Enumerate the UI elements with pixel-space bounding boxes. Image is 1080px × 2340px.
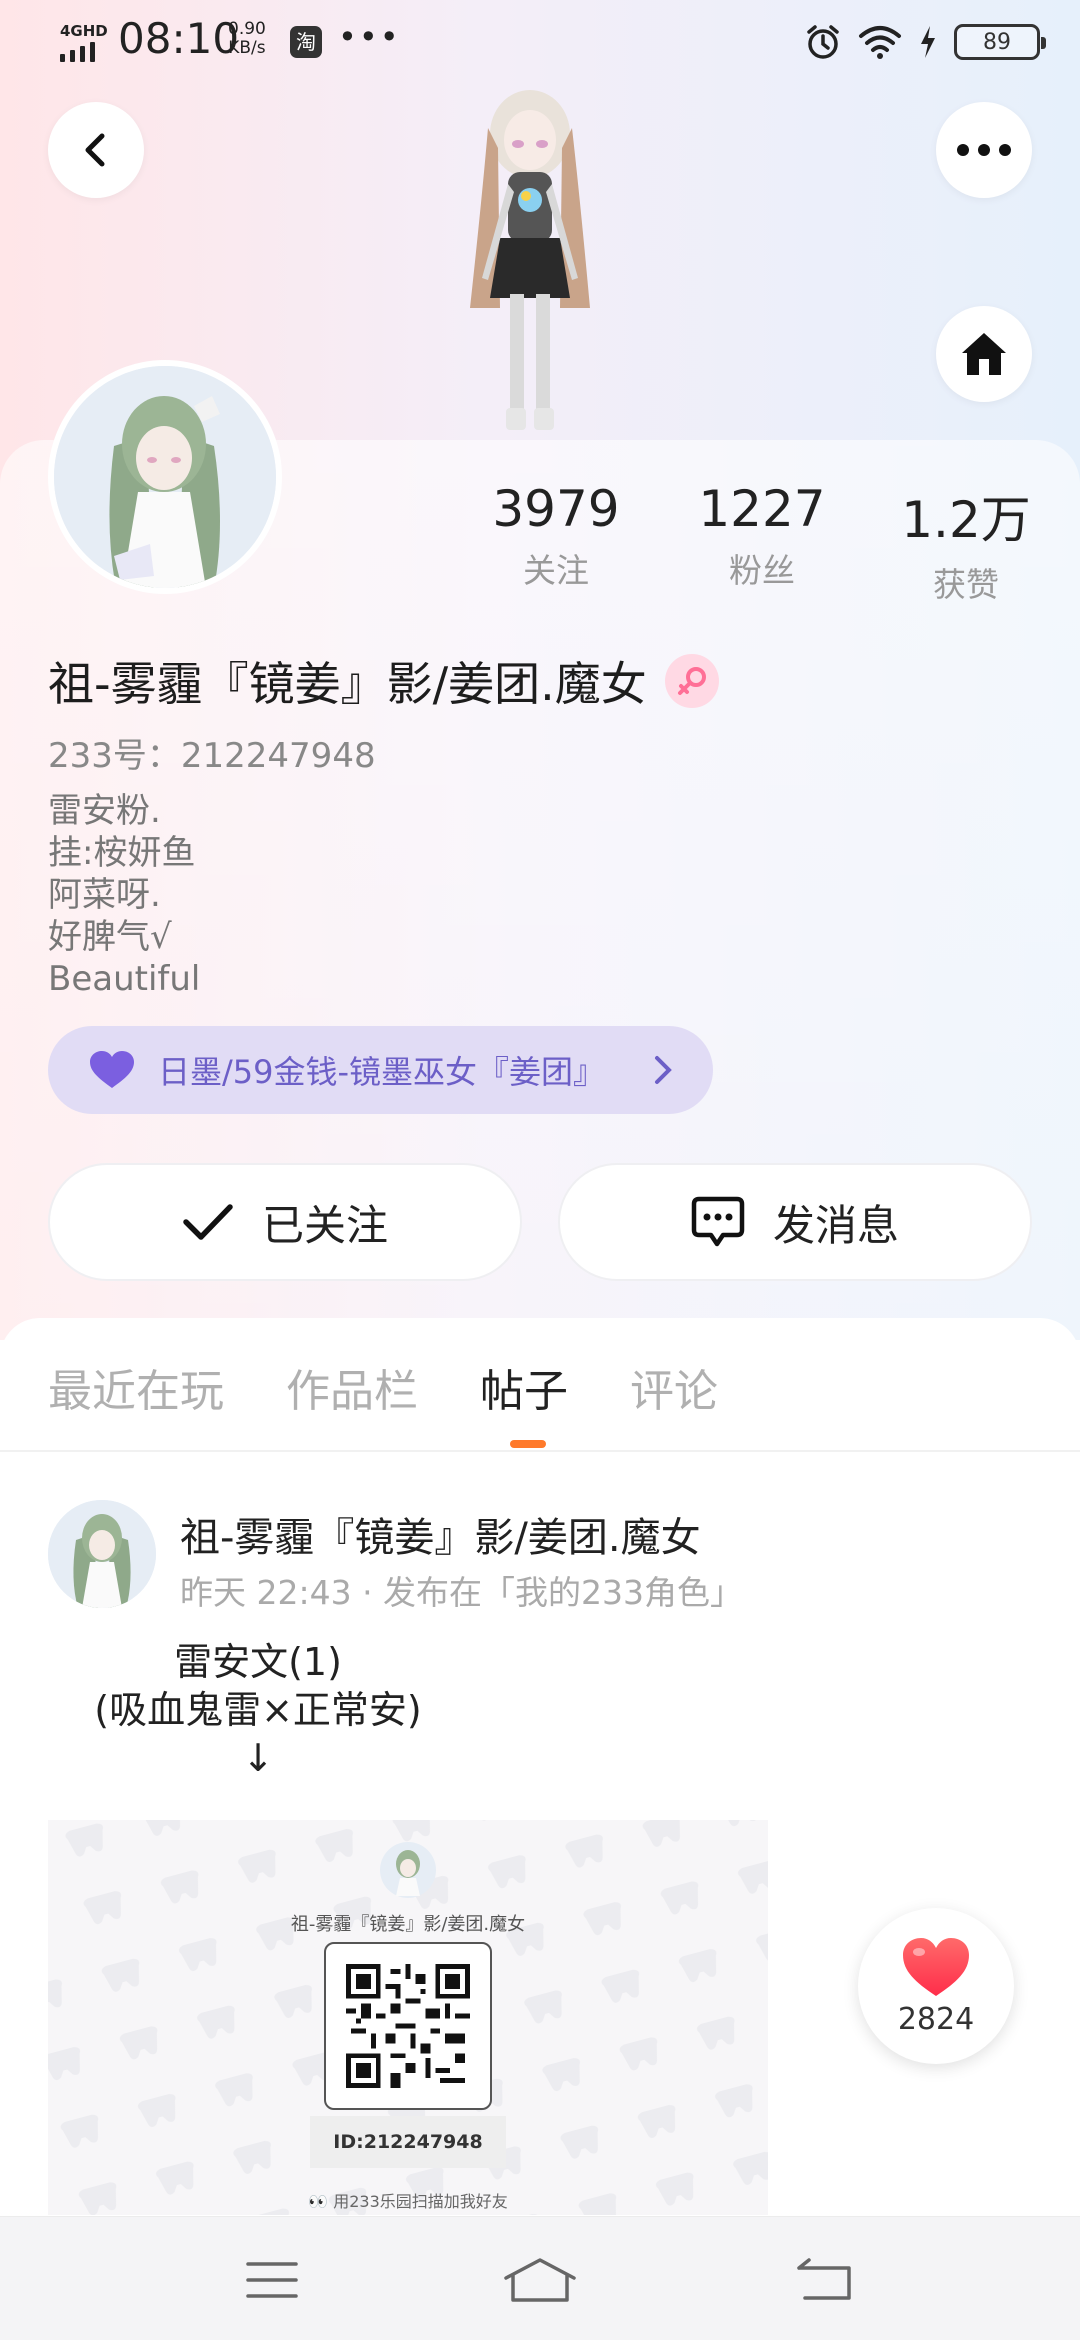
like-button[interactable]: 2824 bbox=[858, 1908, 1014, 2064]
post-text-line: 雷安文(1) bbox=[174, 1640, 342, 1684]
home-button[interactable] bbox=[936, 306, 1032, 402]
network-type: 4GHD bbox=[60, 22, 108, 40]
avatar[interactable] bbox=[48, 360, 282, 594]
bio: 雷安粉. 挂:桉妍鱼 阿菜呀. 好脾气√ Beautiful bbox=[48, 790, 200, 1000]
following-count: 3979 bbox=[492, 480, 620, 538]
character-figure-image bbox=[470, 90, 590, 430]
qr-code bbox=[324, 1942, 492, 2110]
female-icon bbox=[664, 654, 719, 708]
qr-card-id: ID:212247948 bbox=[310, 2116, 506, 2168]
qr-card-hint: 👀 用233乐园扫描加我好友 bbox=[308, 2192, 508, 2211]
system-home-button[interactable] bbox=[500, 2255, 580, 2305]
recent-apps-button[interactable] bbox=[232, 2255, 312, 2305]
house-icon bbox=[962, 333, 1006, 375]
battery-level: 89 bbox=[983, 29, 1011, 55]
tab-comments[interactable]: 评论 bbox=[630, 1355, 718, 1419]
bio-line: 挂:桉妍鱼 bbox=[48, 833, 196, 873]
guild-badge[interactable]: 日墨/59金钱-镜墨巫女『姜团』 bbox=[48, 1026, 713, 1114]
post-image[interactable]: 祖-雾霾『镜姜』影/姜团.魔女 ID:212247948 👀 用233乐园扫描加… bbox=[48, 1820, 768, 2215]
status-bar: 4GHD 08:10 0.90 KB/s 淘 ••• 89 bbox=[0, 0, 1080, 80]
bio-line: 阿菜呀. bbox=[48, 875, 161, 915]
user-id: 233号：212247948 bbox=[48, 736, 376, 776]
heart-icon bbox=[903, 1937, 969, 1996]
tab-recently-played[interactable]: 最近在玩 bbox=[48, 1355, 224, 1419]
like-count: 2824 bbox=[897, 2001, 975, 2037]
back-button[interactable] bbox=[48, 102, 144, 198]
post-text[interactable]: 雷安文(1) (吸血鬼雷×正常安) ↓ bbox=[48, 1638, 468, 1782]
more-options-button[interactable] bbox=[936, 102, 1032, 198]
follow-button[interactable]: 已关注 bbox=[48, 1163, 522, 1281]
post-text-line: ↓ bbox=[242, 1736, 274, 1780]
qr-card-name: 祖-雾霾『镜姜』影/姜团.魔女 bbox=[290, 1914, 526, 1935]
charging-icon bbox=[921, 26, 935, 58]
follow-label: 已关注 bbox=[261, 1200, 388, 1250]
message-button[interactable]: 发消息 bbox=[558, 1163, 1032, 1281]
bio-line: 雷安粉. bbox=[48, 791, 161, 831]
username-row: 祖-雾霾『镜姜』影/姜团.魔女 bbox=[48, 648, 719, 714]
post-text-line: (吸血鬼雷×正常安) bbox=[94, 1688, 422, 1732]
following-stat[interactable]: 3979 关注 bbox=[456, 480, 656, 592]
wifi-icon bbox=[859, 26, 901, 59]
bio-line: Beautiful bbox=[48, 959, 201, 999]
speed-value: 0.90 bbox=[228, 19, 266, 39]
profile-screen: 4GHD 08:10 0.90 KB/s 淘 ••• 89 3979 关注 12… bbox=[0, 0, 1080, 2340]
active-tab-indicator bbox=[510, 1440, 546, 1448]
alarm-icon bbox=[807, 25, 839, 59]
ellipsis-icon bbox=[957, 144, 1011, 156]
tab-works[interactable]: 作品栏 bbox=[286, 1355, 418, 1419]
username: 祖-雾霾『镜姜』影/姜团.魔女 bbox=[48, 657, 647, 711]
following-label: 关注 bbox=[523, 551, 589, 590]
checkmark-icon bbox=[183, 1204, 233, 1240]
post-meta: 昨天 22:43 · 发布在「我的233角色」 bbox=[180, 1573, 744, 1612]
followers-count: 1227 bbox=[698, 480, 826, 538]
likes-label: 获赞 bbox=[933, 565, 999, 604]
heart-icon bbox=[90, 1051, 134, 1088]
home-outline-icon bbox=[504, 2258, 576, 2302]
post-author-name[interactable]: 祖-雾霾『镜姜』影/姜团.魔女 bbox=[180, 1505, 701, 1563]
speed-unit: KB/s bbox=[228, 38, 266, 58]
guild-label: 日墨/59金钱-镜墨巫女『姜团』 bbox=[158, 1053, 606, 1091]
tab-bar: 最近在玩 作品栏 帖子 评论 bbox=[48, 1355, 718, 1419]
chevron-right-icon bbox=[655, 1056, 672, 1084]
back-arrow-icon bbox=[797, 2258, 851, 2300]
followers-label: 粉丝 bbox=[729, 551, 795, 590]
menu-icon bbox=[246, 2262, 298, 2298]
bio-line: 好脾气√ bbox=[48, 917, 172, 957]
system-back-button[interactable] bbox=[784, 2255, 864, 2305]
network-speed: 0.90 KB/s bbox=[228, 20, 266, 58]
status-icons: 89 bbox=[804, 20, 1046, 64]
followers-stat[interactable]: 1227 粉丝 bbox=[662, 480, 862, 592]
likes-stat[interactable]: 1.2万 获赞 bbox=[866, 480, 1066, 606]
avatar-image bbox=[54, 366, 276, 588]
tab-posts[interactable]: 帖子 bbox=[480, 1355, 568, 1419]
likes-count: 1.2万 bbox=[901, 491, 1031, 549]
more-notifications-icon: ••• bbox=[338, 18, 401, 56]
chat-bubble-icon bbox=[691, 1196, 745, 1247]
status-time: 08:10 bbox=[118, 14, 240, 63]
tab-divider bbox=[0, 1450, 1080, 1452]
message-label: 发消息 bbox=[772, 1200, 899, 1250]
system-nav-bar bbox=[0, 2216, 1080, 2340]
taobao-app-icon: 淘 bbox=[290, 26, 322, 58]
battery-icon: 89 bbox=[954, 24, 1046, 60]
chevron-left-icon bbox=[85, 133, 105, 167]
post-author-avatar[interactable] bbox=[48, 1500, 156, 1608]
signal-icon: 4GHD bbox=[58, 22, 108, 62]
qr-card-avatar bbox=[380, 1842, 436, 1898]
